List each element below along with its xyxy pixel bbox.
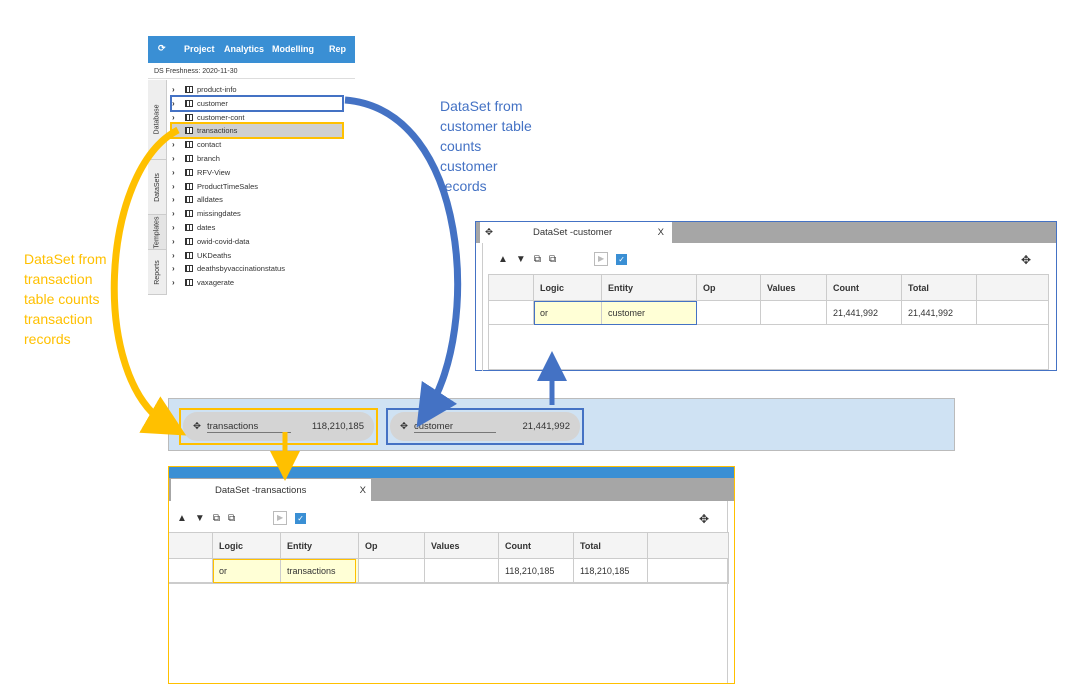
customer-curve-arrow xyxy=(344,96,462,428)
annotation-arrows xyxy=(110,96,567,481)
transactions-curve-arrow xyxy=(110,126,187,436)
